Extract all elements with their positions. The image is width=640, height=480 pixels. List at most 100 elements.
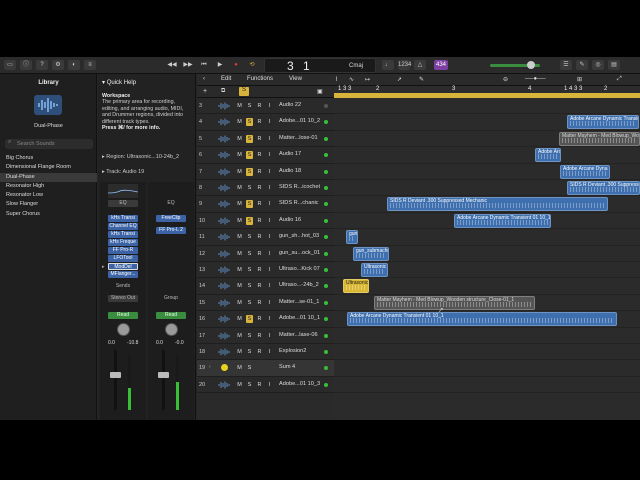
pencil-tool-icon[interactable]: ✎: [419, 76, 424, 83]
solo-button[interactable]: S: [246, 364, 253, 372]
add-track-icon[interactable]: +: [203, 88, 207, 95]
mute-button[interactable]: M: [236, 315, 243, 323]
volume-fader-handle[interactable]: [110, 372, 121, 378]
record-enable-button[interactable]: R: [256, 381, 263, 389]
track-lane[interactable]: [334, 360, 640, 377]
track-header[interactable]: 6 M S R I Audio 17: [197, 147, 334, 164]
library-search-input[interactable]: Search Sounds: [5, 139, 93, 149]
solo-button[interactable]: S: [246, 167, 253, 176]
record-enable-button[interactable]: R: [256, 233, 263, 241]
plugin-slot-3[interactable]: kHs Transi: [108, 231, 138, 238]
cpu-badge[interactable]: 434: [434, 60, 448, 70]
toolbar-button[interactable]: ⚙: [52, 60, 64, 70]
mute-button[interactable]: M: [236, 118, 243, 126]
solo-button[interactable]: S: [246, 315, 253, 324]
input-monitor-button[interactable]: I: [266, 233, 273, 241]
edit-menu[interactable]: Edit: [221, 76, 231, 82]
functions-menu[interactable]: Functions: [247, 76, 273, 82]
input-monitor-button[interactable]: I: [266, 135, 273, 143]
track-header[interactable]: 19 › M S Sum 4: [197, 360, 334, 377]
list-editors-icon[interactable]: ☰: [560, 60, 572, 70]
record-enable-button[interactable]: R: [256, 250, 263, 258]
browsers-icon[interactable]: ▤: [608, 60, 620, 70]
plugin-slot-6[interactable]: LFOTool: [108, 255, 138, 262]
output-slot[interactable]: Stereo Out: [108, 295, 138, 302]
pan-knob[interactable]: [117, 323, 130, 336]
audio-region[interactable]: Ultrasonic: [361, 263, 388, 277]
mixer-button[interactable]: ≡: [84, 60, 96, 70]
eq-label[interactable]: EQ: [156, 200, 186, 207]
mute-button[interactable]: M: [236, 233, 243, 241]
volume-fader-track[interactable]: [114, 350, 117, 410]
audio-region[interactable]: gun: [346, 230, 358, 245]
track-options-icon[interactable]: ▣: [317, 88, 323, 95]
sends-label[interactable]: Sends: [108, 283, 138, 290]
plugin-slot-1[interactable]: FreeClip: [156, 215, 186, 222]
mute-button[interactable]: M: [236, 200, 243, 208]
lcd-display[interactable]: 3 1 Cmaj: [264, 58, 376, 73]
mute-button[interactable]: M: [236, 282, 243, 290]
snap-icon[interactable]: ⊞: [577, 76, 582, 83]
track-header[interactable]: 10 M S R I Audio 16: [197, 213, 334, 230]
track-header[interactable]: 8 M S R I SIDS R...icochet: [197, 180, 334, 197]
audio-region[interactable]: Matter Mayhem - Med Blowup_Wooden struct…: [374, 295, 535, 310]
input-monitor-button[interactable]: I: [266, 118, 273, 126]
mute-button[interactable]: M: [236, 135, 243, 143]
record-enable-button[interactable]: R: [256, 266, 263, 274]
region-inspector-row[interactable]: ▸ Region: Ultrasonic...10-24b_2: [102, 154, 179, 160]
plugin-slot-2[interactable]: FF Pro-L 2: [156, 227, 186, 234]
input-monitor-button[interactable]: I: [266, 217, 273, 225]
pan-knob[interactable]: [165, 323, 178, 336]
solo-button[interactable]: S: [246, 118, 253, 127]
waveform-zoom-icon[interactable]: ⊖: [503, 76, 508, 83]
track-lane[interactable]: [334, 328, 640, 344]
record-enable-button[interactable]: R: [256, 217, 263, 225]
input-monitor-button[interactable]: I: [266, 200, 273, 208]
plugin-slot-5[interactable]: FF Pro-R: [108, 247, 138, 254]
inspector-button[interactable]: ⓘ: [20, 60, 32, 70]
audio-region[interactable]: Adobe Arcane Dynamic Transient 01 10_1: [454, 213, 551, 228]
plugin-slot-8[interactable]: MFlanger...: [108, 271, 138, 278]
audio-region[interactable]: SIDS R Deviant .300 Suppressed Mechanic: [387, 197, 608, 212]
input-monitor-button[interactable]: I: [266, 315, 273, 323]
catch-icon[interactable]: ↦: [365, 76, 370, 83]
audio-region[interactable]: Ultrasonic: [343, 279, 369, 294]
solo-button[interactable]: S: [246, 134, 253, 143]
mute-button[interactable]: M: [236, 381, 243, 389]
track-header[interactable]: 16 M S R I Adobe...01 10_1: [197, 311, 334, 328]
solo-button[interactable]: S: [246, 216, 253, 225]
pointer-tool-icon[interactable]: ➚: [397, 76, 402, 83]
mute-button[interactable]: M: [236, 266, 243, 274]
notepad-icon[interactable]: ✎: [576, 60, 588, 70]
audio-region[interactable]: gun_submachi: [353, 246, 389, 261]
record-enable-button[interactable]: R: [256, 200, 263, 208]
library-item[interactable]: Super Chorus: [0, 210, 97, 219]
solo-button[interactable]: S: [246, 381, 253, 389]
mute-button[interactable]: M: [236, 102, 243, 110]
track-lane[interactable]: [334, 377, 640, 394]
eq-label[interactable]: EQ: [108, 200, 138, 207]
record-enable-button[interactable]: R: [256, 135, 263, 143]
track-header[interactable]: 7 M S R I Audio 18: [197, 164, 334, 180]
library-item[interactable]: Slow Flanger: [0, 200, 97, 209]
master-volume-knob[interactable]: [527, 61, 535, 69]
record-enable-button[interactable]: R: [256, 332, 263, 340]
record-enable-button[interactable]: R: [256, 282, 263, 290]
metronome-icon[interactable]: △: [414, 60, 426, 70]
track-lane[interactable]: [334, 98, 640, 115]
input-monitor-button[interactable]: I: [266, 250, 273, 258]
library-button[interactable]: ▭: [4, 60, 16, 70]
library-item[interactable]: Dimensional Flange Room: [0, 163, 97, 172]
folder-chevron-icon[interactable]: ›: [209, 364, 211, 370]
input-monitor-button[interactable]: I: [266, 348, 273, 356]
audio-region[interactable]: Adobe Arcane Dynamic Transie: [567, 115, 639, 130]
record-enable-button[interactable]: R: [256, 184, 263, 192]
track-header[interactable]: 15 M S R I Matter...se-01_1: [197, 295, 334, 312]
play-icon[interactable]: ▶: [214, 60, 226, 70]
solo-button[interactable]: S: [246, 332, 253, 340]
mute-button[interactable]: M: [236, 217, 243, 225]
fit-icon[interactable]: ⤢: [617, 76, 622, 83]
automation-mode[interactable]: Read: [156, 312, 186, 319]
track-header[interactable]: 3 M S R I Audio 22: [197, 98, 334, 115]
mute-button[interactable]: M: [236, 348, 243, 356]
